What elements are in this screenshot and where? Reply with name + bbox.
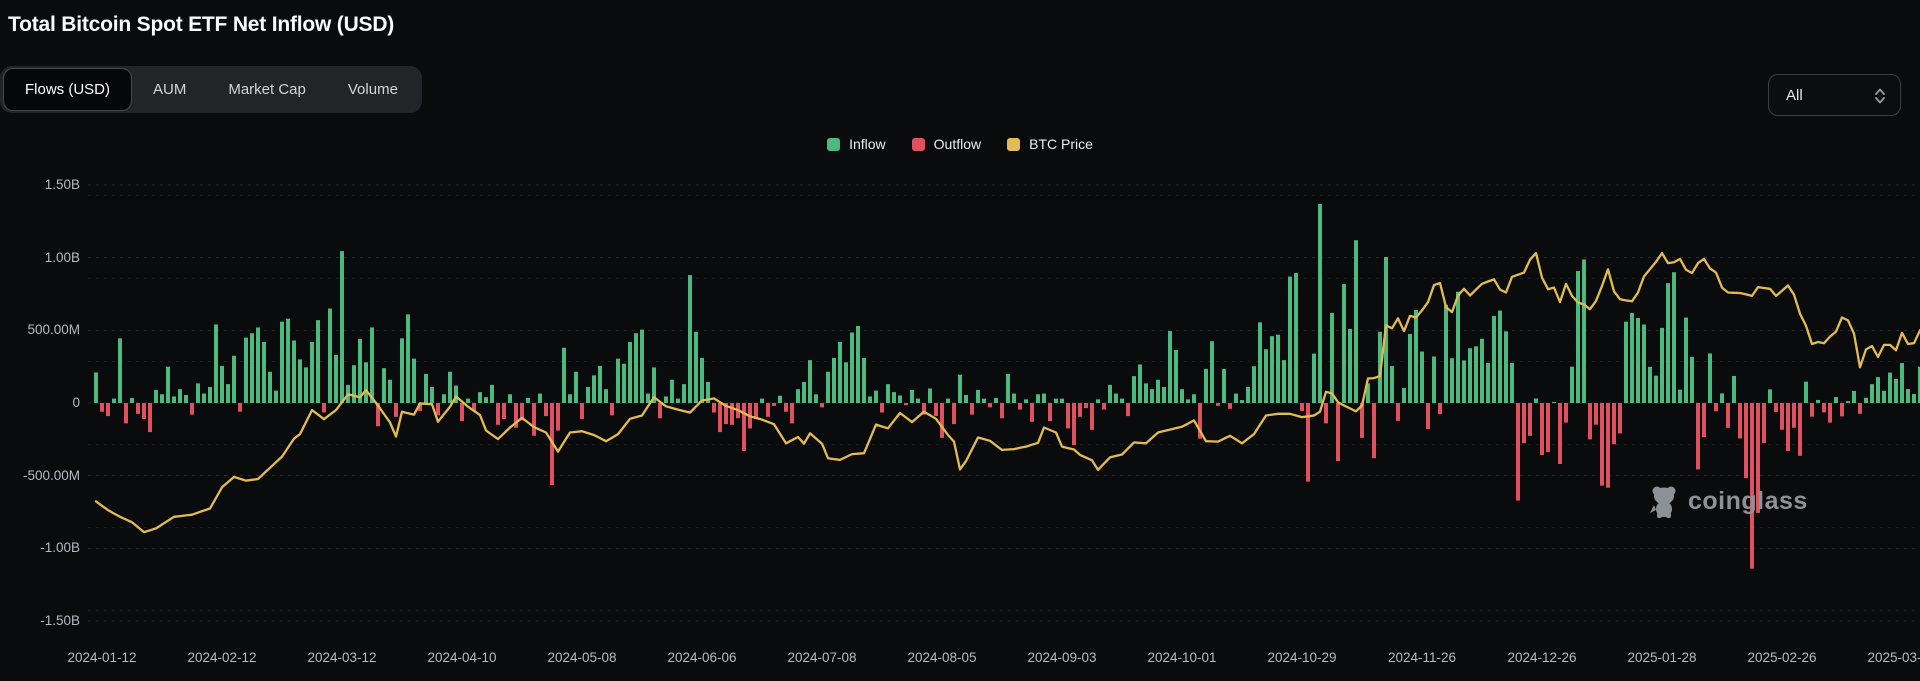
x-axis-tick-label: 2024-01-12	[67, 650, 136, 665]
x-axis-tick-label: 2024-05-08	[547, 650, 616, 665]
coinglass-watermark-text: coinglass	[1688, 487, 1808, 516]
x-axis-tick-label: 2024-10-01	[1147, 650, 1216, 665]
coinglass-watermark: coinglass	[1648, 483, 1808, 519]
x-axis-tick-label: 2024-03-12	[307, 650, 376, 665]
y-axis-tick-label: 0	[0, 395, 80, 410]
y-axis-tick-label: -1.00B	[0, 540, 80, 555]
x-axis-tick-label: 2025-03-26	[1867, 650, 1920, 665]
x-axis-tick-label: 2024-11-26	[1388, 650, 1456, 665]
x-axis-tick-label: 2024-04-10	[427, 650, 496, 665]
flow-chart-canvas[interactable]	[0, 0, 1920, 681]
x-axis-tick-label: 2024-02-12	[187, 650, 256, 665]
x-axis-tick-label: 2024-09-03	[1027, 650, 1096, 665]
y-axis-tick-label: 1.00B	[0, 250, 80, 265]
x-axis-tick-label: 2025-01-28	[1627, 650, 1696, 665]
y-axis-tick-label: -500.00M	[0, 468, 80, 483]
x-axis-tick-label: 2025-02-26	[1747, 650, 1816, 665]
y-axis-tick-label: 1.50B	[0, 177, 80, 192]
x-axis-tick-label: 2024-07-08	[787, 650, 856, 665]
x-axis-tick-label: 2024-10-29	[1267, 650, 1336, 665]
x-axis-tick-label: 2024-12-26	[1507, 650, 1576, 665]
x-axis-tick-label: 2024-06-06	[667, 650, 736, 665]
y-axis-tick-label: 500.00M	[0, 322, 80, 337]
y-axis-tick-label: -1.50B	[0, 613, 80, 628]
x-axis-tick-label: 2024-08-05	[907, 650, 976, 665]
coinglass-bear-icon	[1648, 483, 1680, 519]
etf-flow-dashboard: Total Bitcoin Spot ETF Net Inflow (USD) …	[0, 0, 1920, 681]
